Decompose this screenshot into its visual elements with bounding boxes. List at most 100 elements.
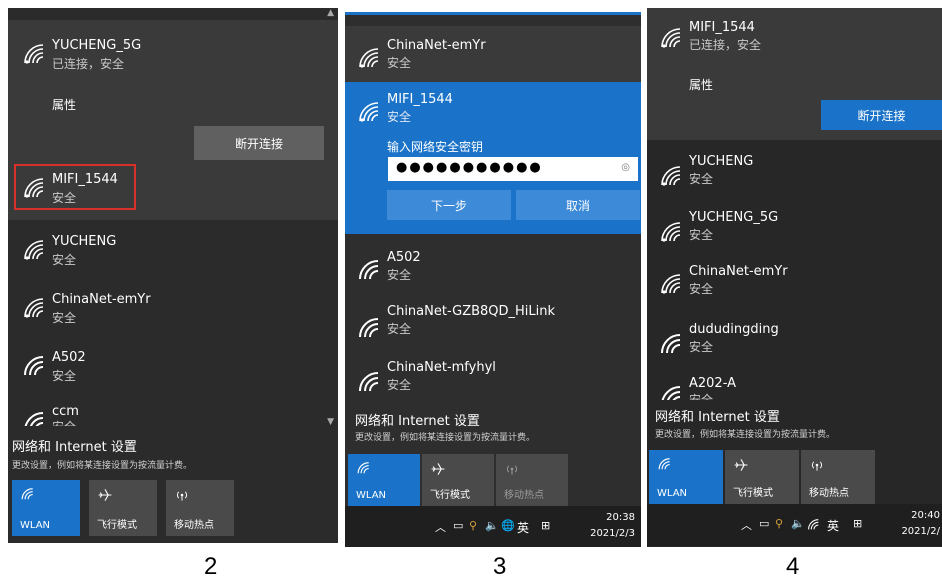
wifi-signal-icon: [22, 296, 48, 320]
connected-network-item[interactable]: YUCHENG_5G 已连接，安全 属性 断开连接: [8, 20, 338, 170]
cancel-button[interactable]: 取消: [516, 190, 640, 220]
network-ssid: A502: [387, 250, 421, 265]
battery-icon[interactable]: ▭: [453, 519, 463, 532]
security-key-input[interactable]: ●●●●●●●●●●● ◎: [387, 156, 639, 182]
network-globe-icon[interactable]: 🌐: [501, 519, 515, 532]
network-ssid: ChinaNet-mfyhyl: [387, 360, 496, 375]
network-status: 安全: [387, 378, 412, 392]
properties-link[interactable]: 属性: [689, 76, 713, 93]
network-item-chinanet-mfyhyl[interactable]: ChinaNet-mfyhyl 安全: [345, 350, 641, 408]
clock-date[interactable]: 2021/2/: [901, 526, 940, 537]
ime-language-indicator[interactable]: 英: [827, 517, 839, 534]
network-status: 已连接，安全: [52, 57, 125, 71]
security-key-prompt: 输入网络安全密钥: [387, 140, 484, 154]
network-item-dududingding[interactable]: dududingding 安全: [647, 314, 942, 370]
clock-date[interactable]: 2021/2/3: [590, 528, 635, 539]
wlan-tile[interactable]: WLAN: [12, 480, 80, 536]
network-item-a502[interactable]: A502 安全: [8, 336, 338, 394]
network-ssid: ChinaNet-GZB8QD_HiLink: [387, 304, 556, 319]
clock-time[interactable]: 20:40: [911, 510, 940, 521]
network-item-mifi[interactable]: MIFI_1544 安全: [8, 160, 338, 220]
network-ssid: YUCHENG_5G: [52, 38, 142, 53]
network-status: 安全: [689, 393, 714, 400]
wifi-signal-icon: [659, 272, 685, 296]
airplane-mode-tile[interactable]: 飞行模式: [422, 454, 494, 506]
top-accent-bar: [345, 12, 641, 15]
caption-2: 2: [204, 553, 218, 580]
reveal-password-eye-icon[interactable]: ◎: [621, 162, 632, 173]
wifi-tray-icon[interactable]: [807, 518, 821, 531]
network-settings-description: 更改设置，例如将某连接设置为按流量计费。: [12, 461, 193, 471]
tile-label: 移动热点: [504, 490, 544, 501]
volume-icon[interactable]: 🔈: [485, 519, 499, 532]
selected-network-panel: MIFI_1544 安全 输入网络安全密钥 ●●●●●●●●●●● ◎ 下一步 …: [345, 82, 641, 234]
tile-label: 飞行模式: [97, 520, 137, 531]
usb-device-icon[interactable]: ⚲: [775, 517, 783, 530]
network-item-a202-a[interactable]: A202-A 安全: [647, 370, 942, 400]
mobile-hotspot-tile[interactable]: 移动热点: [801, 450, 875, 504]
wifi-signal-icon: [659, 220, 685, 244]
network-item-ccm[interactable]: ccm 安全: [8, 394, 338, 426]
hotspot-icon: [809, 457, 825, 473]
network-ssid: YUCHENG: [52, 234, 117, 249]
show-hidden-icons-chevron-icon[interactable]: ︿: [435, 519, 446, 535]
next-button[interactable]: 下一步: [387, 190, 511, 220]
network-item-chinanet-emyr[interactable]: ChinaNet-emYr 安全: [345, 26, 641, 82]
volume-icon[interactable]: 🔈: [791, 517, 805, 530]
usb-device-icon[interactable]: ⚲: [469, 519, 477, 532]
network-ssid: MIFI_1544: [689, 20, 755, 35]
clock-time[interactable]: 20:38: [606, 512, 635, 523]
wifi-signal-icon: [659, 164, 685, 188]
wifi-signal-icon: [659, 332, 685, 356]
scroll-down-arrow-icon[interactable]: ▼: [327, 417, 334, 427]
tile-label: WLAN: [657, 488, 688, 499]
airplane-mode-tile[interactable]: 飞行模式: [725, 450, 799, 504]
network-status: 安全: [689, 228, 714, 242]
network-status: 安全: [689, 172, 714, 186]
network-item-yucheng-5g[interactable]: YUCHENG_5G 安全: [647, 202, 942, 258]
scroll-up-arrow-icon[interactable]: ▲: [327, 8, 334, 18]
network-item-yucheng[interactable]: YUCHENG 安全: [8, 220, 338, 278]
network-ssid: A502: [52, 350, 86, 365]
disconnect-button[interactable]: 断开连接: [821, 100, 942, 130]
wifi-signal-icon: [357, 46, 383, 70]
ime-mode-icon[interactable]: ⊞: [853, 517, 862, 530]
network-item-chinanet-emyr[interactable]: ChinaNet-emYr 安全: [8, 278, 338, 336]
network-ssid: MIFI_1544: [387, 92, 453, 107]
wifi-flyout-panel-3: ChinaNet-emYr 安全 MIFI_1544 安全 输入网络安全密钥 ●…: [345, 12, 641, 547]
wlan-tile[interactable]: WLAN: [348, 454, 420, 506]
caption-4: 4: [786, 553, 800, 580]
mobile-hotspot-tile[interactable]: 移动热点: [166, 480, 234, 536]
mobile-hotspot-tile[interactable]: 移动热点: [496, 454, 568, 506]
network-item-chinanet-gzb8qd[interactable]: ChinaNet-GZB8QD_HiLink 安全: [345, 292, 641, 350]
ime-language-indicator[interactable]: 英: [517, 519, 529, 536]
network-settings-link[interactable]: 网络和 Internet 设置: [12, 436, 137, 455]
ime-mode-icon[interactable]: ⊞: [541, 519, 550, 532]
network-item-a502[interactable]: A502 安全: [345, 234, 641, 292]
connected-network-item[interactable]: MIFI_1544 已连接，安全 属性 断开连接: [647, 8, 942, 140]
wlan-tile[interactable]: WLAN: [649, 450, 723, 504]
network-status: 安全: [387, 110, 412, 124]
caption-3: 3: [493, 553, 507, 580]
properties-link[interactable]: 属性: [52, 96, 76, 113]
network-item-yucheng[interactable]: YUCHENG 安全: [647, 146, 942, 202]
network-ssid: ChinaNet-emYr: [689, 264, 788, 279]
wifi-signal-icon: [357, 316, 383, 340]
network-status: 安全: [52, 369, 77, 383]
airplane-mode-tile[interactable]: 飞行模式: [89, 480, 157, 536]
show-hidden-icons-chevron-icon[interactable]: ︿: [741, 517, 752, 533]
network-status: 安全: [52, 253, 77, 267]
network-status: 安全: [52, 311, 77, 325]
network-settings-link[interactable]: 网络和 Internet 设置: [655, 406, 780, 425]
network-settings-description: 更改设置，例如将某连接设置为按流量计费。: [355, 433, 536, 443]
wifi-icon: [657, 457, 673, 471]
network-item-chinanet-emyr[interactable]: ChinaNet-emYr 安全: [647, 258, 942, 314]
disconnect-button[interactable]: 断开连接: [194, 126, 324, 160]
battery-icon[interactable]: ▭: [759, 517, 769, 530]
network-settings-description: 更改设置，例如将某连接设置为按流量计费。: [655, 430, 836, 440]
network-ssid: A202-A: [689, 376, 737, 391]
wifi-icon: [356, 461, 372, 475]
network-status: 安全: [689, 340, 714, 354]
network-settings-link[interactable]: 网络和 Internet 设置: [355, 410, 480, 429]
network-status: 安全: [387, 322, 412, 336]
